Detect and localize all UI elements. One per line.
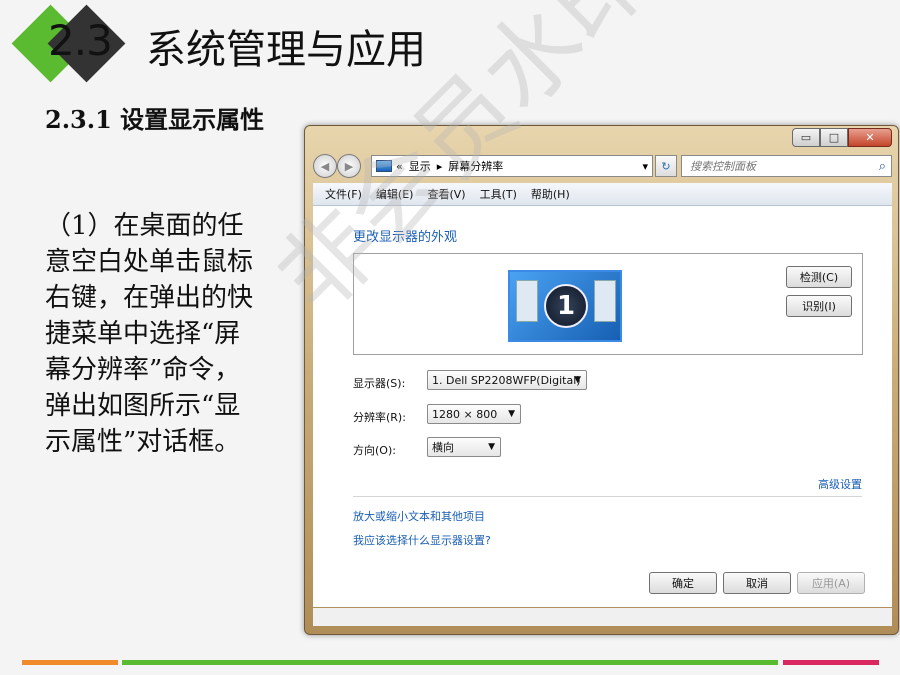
orientation-value: 横向: [432, 441, 454, 454]
page-heading: 更改显示器的外观: [353, 230, 458, 245]
monitor-thumbnail[interactable]: 1: [508, 270, 622, 342]
instruction-line: 右键，在弹出的快: [45, 283, 254, 313]
chevron-down-icon: ▼: [574, 375, 581, 385]
display-select[interactable]: 1. Dell SP2208WFP(Digital) ▼: [427, 370, 587, 390]
menu-bar: 文件(F) 编辑(E) 查看(V) 工具(T) 帮助(H): [313, 183, 892, 206]
search-icon[interactable]: ⌕: [879, 159, 886, 174]
ok-button[interactable]: 确定: [649, 572, 717, 594]
search-input[interactable]: [688, 158, 872, 174]
breadcrumb-display[interactable]: 显示: [409, 158, 431, 174]
screen-resolution-window: ▭ □ ✕ ◀ ▶ « 显示 ▸ 屏幕分辨率 ▾ ↻ ⌕ 文件(F) 编辑(E)…: [304, 125, 899, 635]
display-label: 显示器(S):: [353, 377, 406, 390]
forward-arrow-icon: ▶: [344, 159, 354, 173]
detect-button[interactable]: 检测(C): [786, 266, 852, 288]
display-settings-help-link[interactable]: 我应该选择什么显示器设置?: [353, 532, 491, 548]
menu-edit[interactable]: 编辑(E): [376, 186, 414, 202]
chevron-down-icon: ▼: [508, 409, 515, 419]
maximize-button[interactable]: □: [820, 128, 848, 147]
back-arrow-icon: ◀: [320, 159, 330, 173]
text-size-link[interactable]: 放大或缩小文本和其他项目: [353, 508, 485, 524]
menu-view[interactable]: 查看(V): [427, 186, 465, 202]
resolution-value: 1280 × 800: [432, 407, 498, 421]
instruction-line: 弹出如图所示“显: [45, 391, 241, 421]
status-strip: [313, 608, 892, 626]
divider: [353, 496, 862, 497]
instruction-line: 幕分辨率”命令，: [45, 355, 241, 385]
cancel-button[interactable]: 取消: [723, 572, 791, 594]
window-controls: ▭ □ ✕: [792, 128, 892, 147]
breadcrumb-separator-icon: ▸: [436, 159, 443, 173]
display-value: 1. Dell SP2208WFP(Digital): [432, 373, 581, 387]
subheading: 2.3.1 设置显示属性: [45, 105, 265, 134]
window-thumbnail-icon: [594, 280, 616, 322]
address-bar[interactable]: « 显示 ▸ 屏幕分辨率 ▾: [371, 155, 653, 177]
instruction-line: 示属性”对话框。: [45, 427, 241, 457]
refresh-icon: ↻: [661, 159, 671, 173]
refresh-button[interactable]: ↻: [655, 155, 677, 177]
section-title: 系统管理与应用: [146, 27, 426, 73]
resolution-label: 分辨率(R):: [353, 411, 406, 424]
monitor-icon: [376, 160, 392, 172]
menu-help[interactable]: 帮助(H): [531, 186, 570, 202]
forward-button[interactable]: ▶: [337, 154, 361, 178]
instruction-line: 意空白处单击鼠标: [45, 247, 254, 277]
display-preview: 1 检测(C) 识别(I): [353, 253, 863, 355]
instruction-text: （1）在桌面的任 意空白处单击鼠标 右键，在弹出的快 捷菜单中选择“屏 幕分辨率…: [45, 208, 295, 460]
content-area: 更改显示器的外观 1 检测(C) 识别(I) 显示器(S): 1. Dell S…: [313, 206, 892, 607]
section-number: 2.3: [48, 16, 113, 65]
footer-bar-pink: [783, 660, 879, 665]
menu-tools[interactable]: 工具(T): [480, 186, 517, 202]
resolution-select[interactable]: 1280 × 800 ▼: [427, 404, 521, 424]
back-button[interactable]: ◀: [313, 154, 337, 178]
instruction-line: 捷菜单中选择“屏: [45, 319, 241, 349]
identify-button[interactable]: 识别(I): [786, 295, 852, 317]
address-prefix: «: [396, 159, 403, 173]
orientation-label: 方向(O):: [353, 444, 396, 457]
address-dropdown-icon[interactable]: ▾: [642, 160, 648, 173]
window-thumbnail-icon: [516, 280, 538, 322]
orientation-select[interactable]: 横向 ▼: [427, 437, 501, 457]
search-box: ⌕: [681, 155, 892, 177]
breadcrumb-screen-resolution[interactable]: 屏幕分辨率: [448, 158, 503, 174]
menu-file[interactable]: 文件(F): [325, 186, 362, 202]
minimize-button[interactable]: ▭: [792, 128, 820, 147]
apply-button[interactable]: 应用(A): [797, 572, 865, 594]
footer-bar-orange: [22, 660, 118, 665]
advanced-settings-link[interactable]: 高级设置: [818, 476, 862, 492]
close-button[interactable]: ✕: [848, 128, 892, 147]
chevron-down-icon: ▼: [488, 442, 495, 452]
footer-bar-green: [122, 660, 778, 665]
instruction-line: （1）在桌面的任: [45, 211, 244, 241]
navigation-bar: ◀ ▶ « 显示 ▸ 屏幕分辨率 ▾ ↻ ⌕: [313, 154, 892, 178]
monitor-number-badge: 1: [544, 284, 588, 328]
